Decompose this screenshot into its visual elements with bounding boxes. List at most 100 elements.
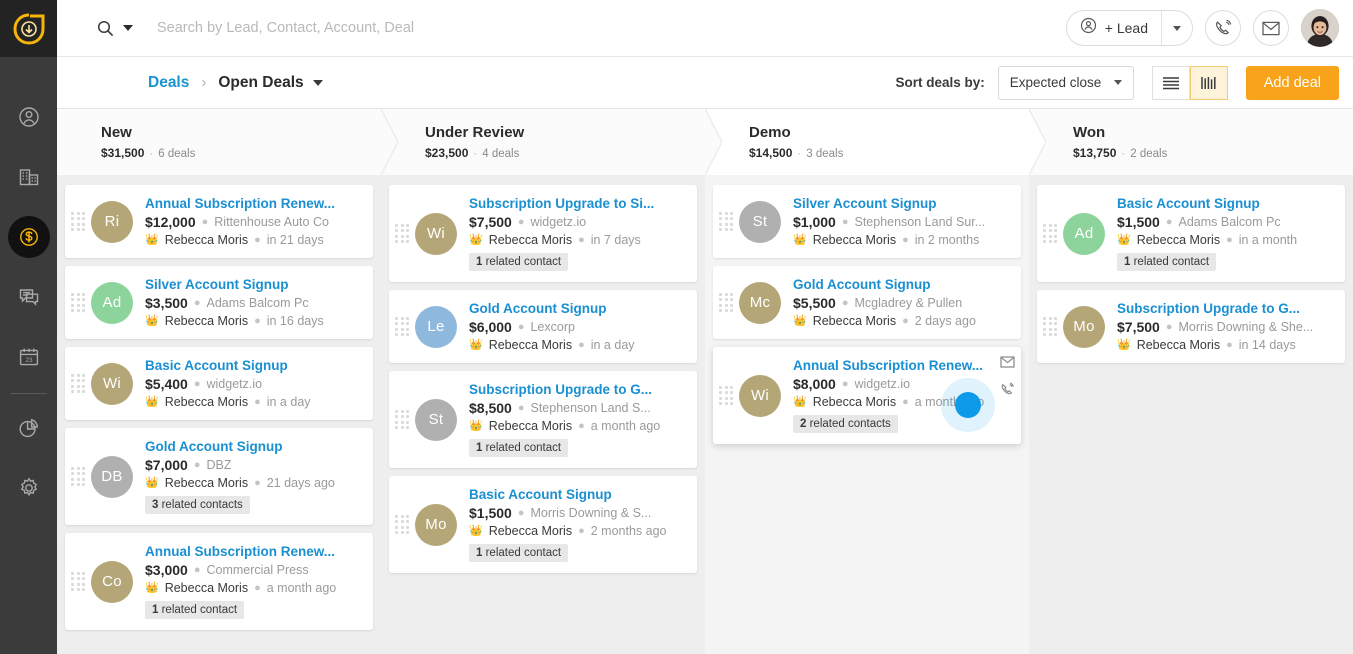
deal-card[interactable]: Wi Basic Account Signup $5,400 ● widgetz.io 👑… <box>65 347 373 420</box>
drag-handle-icon[interactable] <box>719 292 733 313</box>
deal-card[interactable]: Ad Silver Account Signup $3,500 ● Adams Balc… <box>65 266 373 339</box>
deal-card[interactable]: St Subscription Upgrade to G... $8,500 ● Ste… <box>389 371 697 468</box>
deal-amount: $7,000 <box>145 457 188 473</box>
kanban-view-icon <box>1201 76 1216 89</box>
app-logo[interactable] <box>0 0 57 57</box>
add-lead-button[interactable]: + Lead <box>1065 10 1193 46</box>
deal-title[interactable]: Gold Account Signup <box>469 301 687 316</box>
add-lead-dropdown[interactable] <box>1162 11 1192 45</box>
kanban-view-button[interactable] <box>1189 65 1228 100</box>
related-contacts-badge[interactable]: 1 related contact <box>145 601 245 619</box>
search-icon[interactable] <box>97 20 114 37</box>
phone-icon[interactable] <box>1000 382 1015 402</box>
deal-card[interactable]: Mc Gold Account Signup $5,500 ● Mcgladrey & … <box>713 266 1021 339</box>
envelope-icon <box>1262 21 1280 35</box>
contacts-icon <box>18 107 39 127</box>
deal-card[interactable]: Ri Annual Subscription Renew... $12,000 ● Ri… <box>65 185 373 258</box>
main-area: + Lead <box>57 0 1353 654</box>
stage-deal-count: 4 deals <box>482 148 520 160</box>
deal-amount-row: $6,000 ● Lexcorp <box>469 319 575 335</box>
deal-title[interactable]: Annual Subscription Renew... <box>145 196 363 211</box>
deal-owner: Rebecca Moris <box>488 338 573 352</box>
deal-account: Morris Downing & She... <box>1178 320 1314 334</box>
deal-title[interactable]: Basic Account Signup <box>469 487 687 502</box>
deal-card[interactable]: Mo Subscription Upgrade to G... $7,500 ● Mor… <box>1037 290 1345 363</box>
stage-amount: $31,500 <box>101 146 145 160</box>
deal-title[interactable]: Subscription Upgrade to G... <box>469 382 687 397</box>
drag-handle-icon[interactable] <box>719 385 733 406</box>
related-contacts-badge[interactable]: 2 related contacts <box>793 415 898 433</box>
sidebar-item-deals[interactable] <box>0 207 57 267</box>
drag-handle-icon[interactable] <box>71 466 85 487</box>
sidebar-item-settings[interactable] <box>0 458 57 518</box>
drag-handle-icon[interactable] <box>71 373 85 394</box>
sidebar-item-reports[interactable] <box>0 398 57 458</box>
drag-handle-icon[interactable] <box>395 514 409 535</box>
deal-card[interactable]: Le Gold Account Signup $6,000 ● Lexcorp 👑 Rebe… <box>389 290 697 363</box>
mail-button[interactable] <box>1253 10 1289 46</box>
deal-card[interactable]: Wi Subscription Upgrade to Si... $7,500 ● wi… <box>389 185 697 282</box>
stage-header-demo[interactable]: Demo $14,500 · 3 deals <box>705 108 1047 176</box>
deal-title[interactable]: Subscription Upgrade to Si... <box>469 196 687 211</box>
drag-handle-icon[interactable] <box>71 292 85 313</box>
deal-title[interactable]: Silver Account Signup <box>793 196 1011 211</box>
deal-amount-row: $8,500 ● Stephenson Land S... <box>469 400 651 416</box>
related-contacts-badge[interactable]: 1 related contact <box>469 253 569 271</box>
deal-title[interactable]: Basic Account Signup <box>145 358 363 373</box>
breadcrumb-chevron-down-icon[interactable] <box>312 79 323 86</box>
deals-icon <box>19 228 38 246</box>
deal-title[interactable]: Gold Account Signup <box>145 439 363 454</box>
user-avatar[interactable] <box>1301 9 1339 47</box>
stage-header-under-review[interactable]: Under Review $23,500 · 4 deals <box>381 108 723 176</box>
sort-select[interactable]: Expected close <box>997 65 1134 100</box>
search-input[interactable] <box>157 20 677 36</box>
drag-handle-icon[interactable] <box>1043 223 1057 244</box>
crown-icon: 👑 <box>793 314 807 327</box>
sidebar-item-contacts[interactable] <box>0 87 57 147</box>
stage-header-won[interactable]: Won $13,750 · 2 deals <box>1029 109 1353 175</box>
related-contacts-badge[interactable]: 3 related contacts <box>145 496 250 514</box>
add-lead-main[interactable]: + Lead <box>1067 11 1161 45</box>
sidebar-item-conversations[interactable] <box>0 267 57 327</box>
deal-card-body: Silver Account Signup $3,500 ● Adams Balcom… <box>145 277 363 328</box>
drag-handle-icon[interactable] <box>1043 316 1057 337</box>
list-view-button[interactable] <box>1151 65 1190 100</box>
deal-owner: Rebecca Moris <box>164 314 249 328</box>
deal-card[interactable]: St Silver Account Signup $1,000 ● Stephenson… <box>713 185 1021 258</box>
deal-card[interactable]: Wi Annual Subscription Renew... $8,000 ● wid… <box>713 347 1021 444</box>
deal-card-body: Basic Account Signup $1,500 ● Morris Downin… <box>469 487 687 562</box>
drag-handle-icon[interactable] <box>395 223 409 244</box>
add-deal-button[interactable]: Add deal <box>1245 65 1339 100</box>
sidebar-item-accounts[interactable] <box>0 147 57 207</box>
drag-handle-icon[interactable] <box>719 211 733 232</box>
drag-handle-icon[interactable] <box>71 211 85 232</box>
deal-title[interactable]: Subscription Upgrade to G... <box>1117 301 1335 316</box>
drag-handle-icon[interactable] <box>395 316 409 337</box>
deal-title[interactable]: Basic Account Signup <box>1117 196 1335 211</box>
stage-header-new[interactable]: New $31,500 · 6 deals <box>57 108 399 176</box>
breadcrumb-root[interactable]: Deals <box>148 74 189 92</box>
sidebar-item-calendar[interactable]: 23 <box>0 327 57 387</box>
related-contacts-badge[interactable]: 1 related contact <box>1117 253 1217 271</box>
deal-title[interactable]: Silver Account Signup <box>145 277 363 292</box>
related-contacts-badge[interactable]: 1 related contact <box>469 439 569 457</box>
envelope-icon[interactable] <box>1000 355 1015 373</box>
phone-button[interactable] <box>1205 10 1241 46</box>
deal-account: Commercial Press <box>206 563 309 577</box>
deal-title[interactable]: Annual Subscription Renew... <box>145 544 363 559</box>
drag-handle-icon[interactable] <box>71 571 85 592</box>
related-contacts-badge[interactable]: 1 related contact <box>469 544 569 562</box>
deal-owner: Rebecca Moris <box>1136 338 1221 352</box>
deal-card[interactable]: Ad Basic Account Signup $1,500 ● Adams Balco… <box>1037 185 1345 282</box>
drag-handle-icon[interactable] <box>395 409 409 430</box>
deal-title[interactable]: Gold Account Signup <box>793 277 1011 292</box>
deal-title[interactable]: Annual Subscription Renew... <box>793 358 1011 373</box>
stage-deal-count: 6 deals <box>158 148 196 160</box>
stage-header-row: New $31,500 · 6 deals Under Review $23,500 · 4 … <box>57 108 1353 176</box>
crown-icon: 👑 <box>145 581 159 594</box>
deal-card[interactable]: DB Gold Account Signup $7,000 ● DBZ 👑 Rebecca … <box>65 428 373 525</box>
stage-meta: $23,500 · 4 deals <box>425 146 520 160</box>
deal-card[interactable]: Mo Basic Account Signup $1,500 ● Morris Down… <box>389 476 697 573</box>
search-scope-caret-icon[interactable] <box>123 25 133 31</box>
deal-card[interactable]: Co Annual Subscription Renew... $3,000 ● Com… <box>65 533 373 630</box>
